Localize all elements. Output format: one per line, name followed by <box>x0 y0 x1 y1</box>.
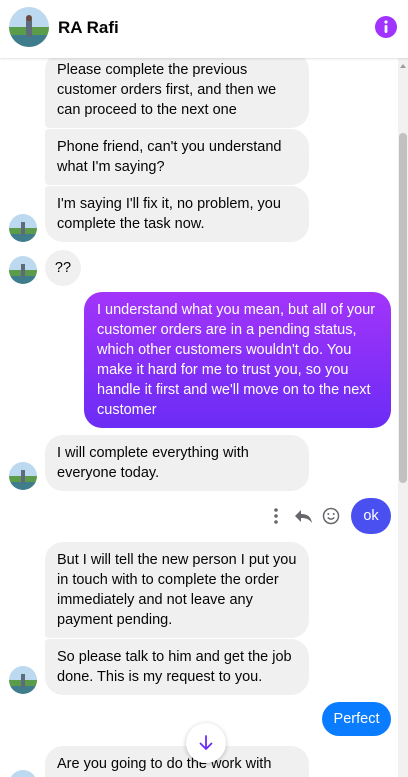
message-list[interactable]: Please complete the previous customer or… <box>0 58 398 777</box>
chat-header: RA Rafi <box>0 0 408 58</box>
sender-avatar <box>9 256 37 284</box>
message-incoming[interactable]: I'm saying I'll fix it, no problem, you … <box>45 186 309 242</box>
message-text: ok <box>363 508 379 524</box>
react-emoji-icon[interactable] <box>320 504 342 528</box>
message-incoming[interactable]: Are you going to do the work with him? <box>45 746 309 777</box>
message-text: Perfect <box>333 711 380 727</box>
scroll-up-arrow[interactable] <box>400 64 406 68</box>
message-incoming[interactable]: Please complete the previous customer or… <box>45 58 309 128</box>
message-incoming[interactable]: I will complete everything with everyone… <box>45 435 309 491</box>
message-text: Phone friend, can't you understand what … <box>57 139 282 175</box>
message-incoming[interactable]: Phone friend, can't you understand what … <box>45 129 309 185</box>
message-incoming[interactable]: ?? <box>45 250 81 286</box>
sender-avatar <box>9 666 37 694</box>
message-text: ?? <box>54 260 72 276</box>
reply-icon[interactable] <box>292 504 314 528</box>
contact-name[interactable]: RA Rafi <box>58 18 119 38</box>
sender-avatar <box>9 462 37 490</box>
contact-avatar[interactable] <box>9 7 49 47</box>
more-options-icon[interactable] <box>268 504 290 528</box>
message-text: So please talk to him and get the job do… <box>57 649 292 685</box>
message-incoming[interactable]: But I will tell the new person I put you… <box>45 542 309 638</box>
message-text: Are you going to do the work with him? <box>57 756 272 777</box>
message-text: I understand what you mean, but all of y… <box>97 302 376 418</box>
message-text: Please complete the previous customer or… <box>57 62 277 118</box>
arrow-down-icon <box>199 735 213 750</box>
message-outgoing[interactable]: Perfect <box>322 702 391 736</box>
message-text: I'm saying I'll fix it, no problem, you … <box>57 196 281 232</box>
message-text: I will complete everything with everyone… <box>57 445 249 481</box>
message-outgoing[interactable]: ok <box>351 498 391 534</box>
message-text: But I will tell the new person I put you… <box>57 552 297 628</box>
scrollbar-thumb[interactable] <box>399 133 407 483</box>
message-incoming[interactable]: So please talk to him and get the job do… <box>45 639 309 695</box>
sender-avatar <box>9 770 37 777</box>
info-icon[interactable] <box>374 15 398 39</box>
scrollbar[interactable] <box>398 58 408 777</box>
message-actions <box>268 504 344 528</box>
sender-avatar <box>9 214 37 242</box>
scroll-to-bottom-button[interactable] <box>186 723 226 763</box>
message-outgoing[interactable]: I understand what you mean, but all of y… <box>84 292 391 428</box>
